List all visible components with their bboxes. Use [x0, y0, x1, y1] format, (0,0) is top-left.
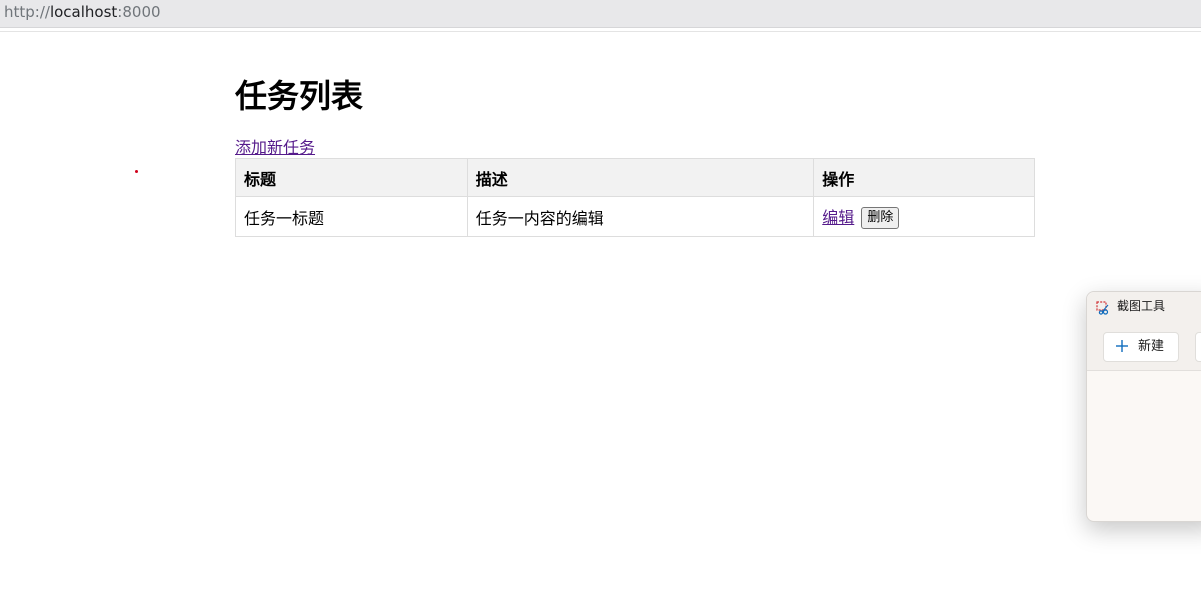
delete-task-button[interactable]: 删除 [861, 207, 900, 230]
snipping-tool-title: 截图工具 [1117, 299, 1166, 313]
task-description-cell: 任务一内容的编辑 [466, 196, 815, 237]
page-title: 任务列表 [235, 77, 364, 115]
plus-icon [1114, 338, 1130, 354]
snipping-tool-titlebar[interactable]: 截图工具 [1087, 292, 1201, 322]
column-header-actions: 操作 [813, 158, 1035, 197]
snipping-tool-window: 截图工具 新建 [1086, 291, 1201, 522]
table-row: 任务一标题 任务一内容的编辑 编辑 删除 [235, 196, 1035, 237]
snipping-tool-toolbar: 新建 [1087, 322, 1201, 371]
add-task-link[interactable]: 添加新任务 [235, 138, 315, 158]
column-header-description: 描述 [466, 158, 815, 197]
task-table: 标题 描述 操作 任务一标题 任务一内容的编辑 编辑 删除 [235, 158, 1035, 237]
table-header-row: 标题 描述 操作 [235, 158, 1035, 197]
snipping-tool-icon [1096, 300, 1110, 315]
url-scheme: http:// [4, 3, 50, 21]
new-snip-label: 新建 [1138, 339, 1165, 354]
address-bar[interactable]: http://localhost:8000 [0, 0, 1201, 28]
toolbar-divider [0, 31, 1201, 32]
snip-mode-button[interactable] [1195, 332, 1201, 362]
task-actions-cell: 编辑 删除 [813, 196, 1035, 237]
cursor-dot [135, 170, 138, 173]
url-host: localhost [49, 3, 118, 21]
edit-task-link[interactable]: 编辑 [822, 208, 854, 227]
task-title-cell: 任务一标题 [235, 196, 468, 237]
new-snip-button[interactable]: 新建 [1103, 332, 1179, 362]
column-header-title: 标题 [235, 158, 468, 197]
url-port: :8000 [117, 3, 161, 21]
